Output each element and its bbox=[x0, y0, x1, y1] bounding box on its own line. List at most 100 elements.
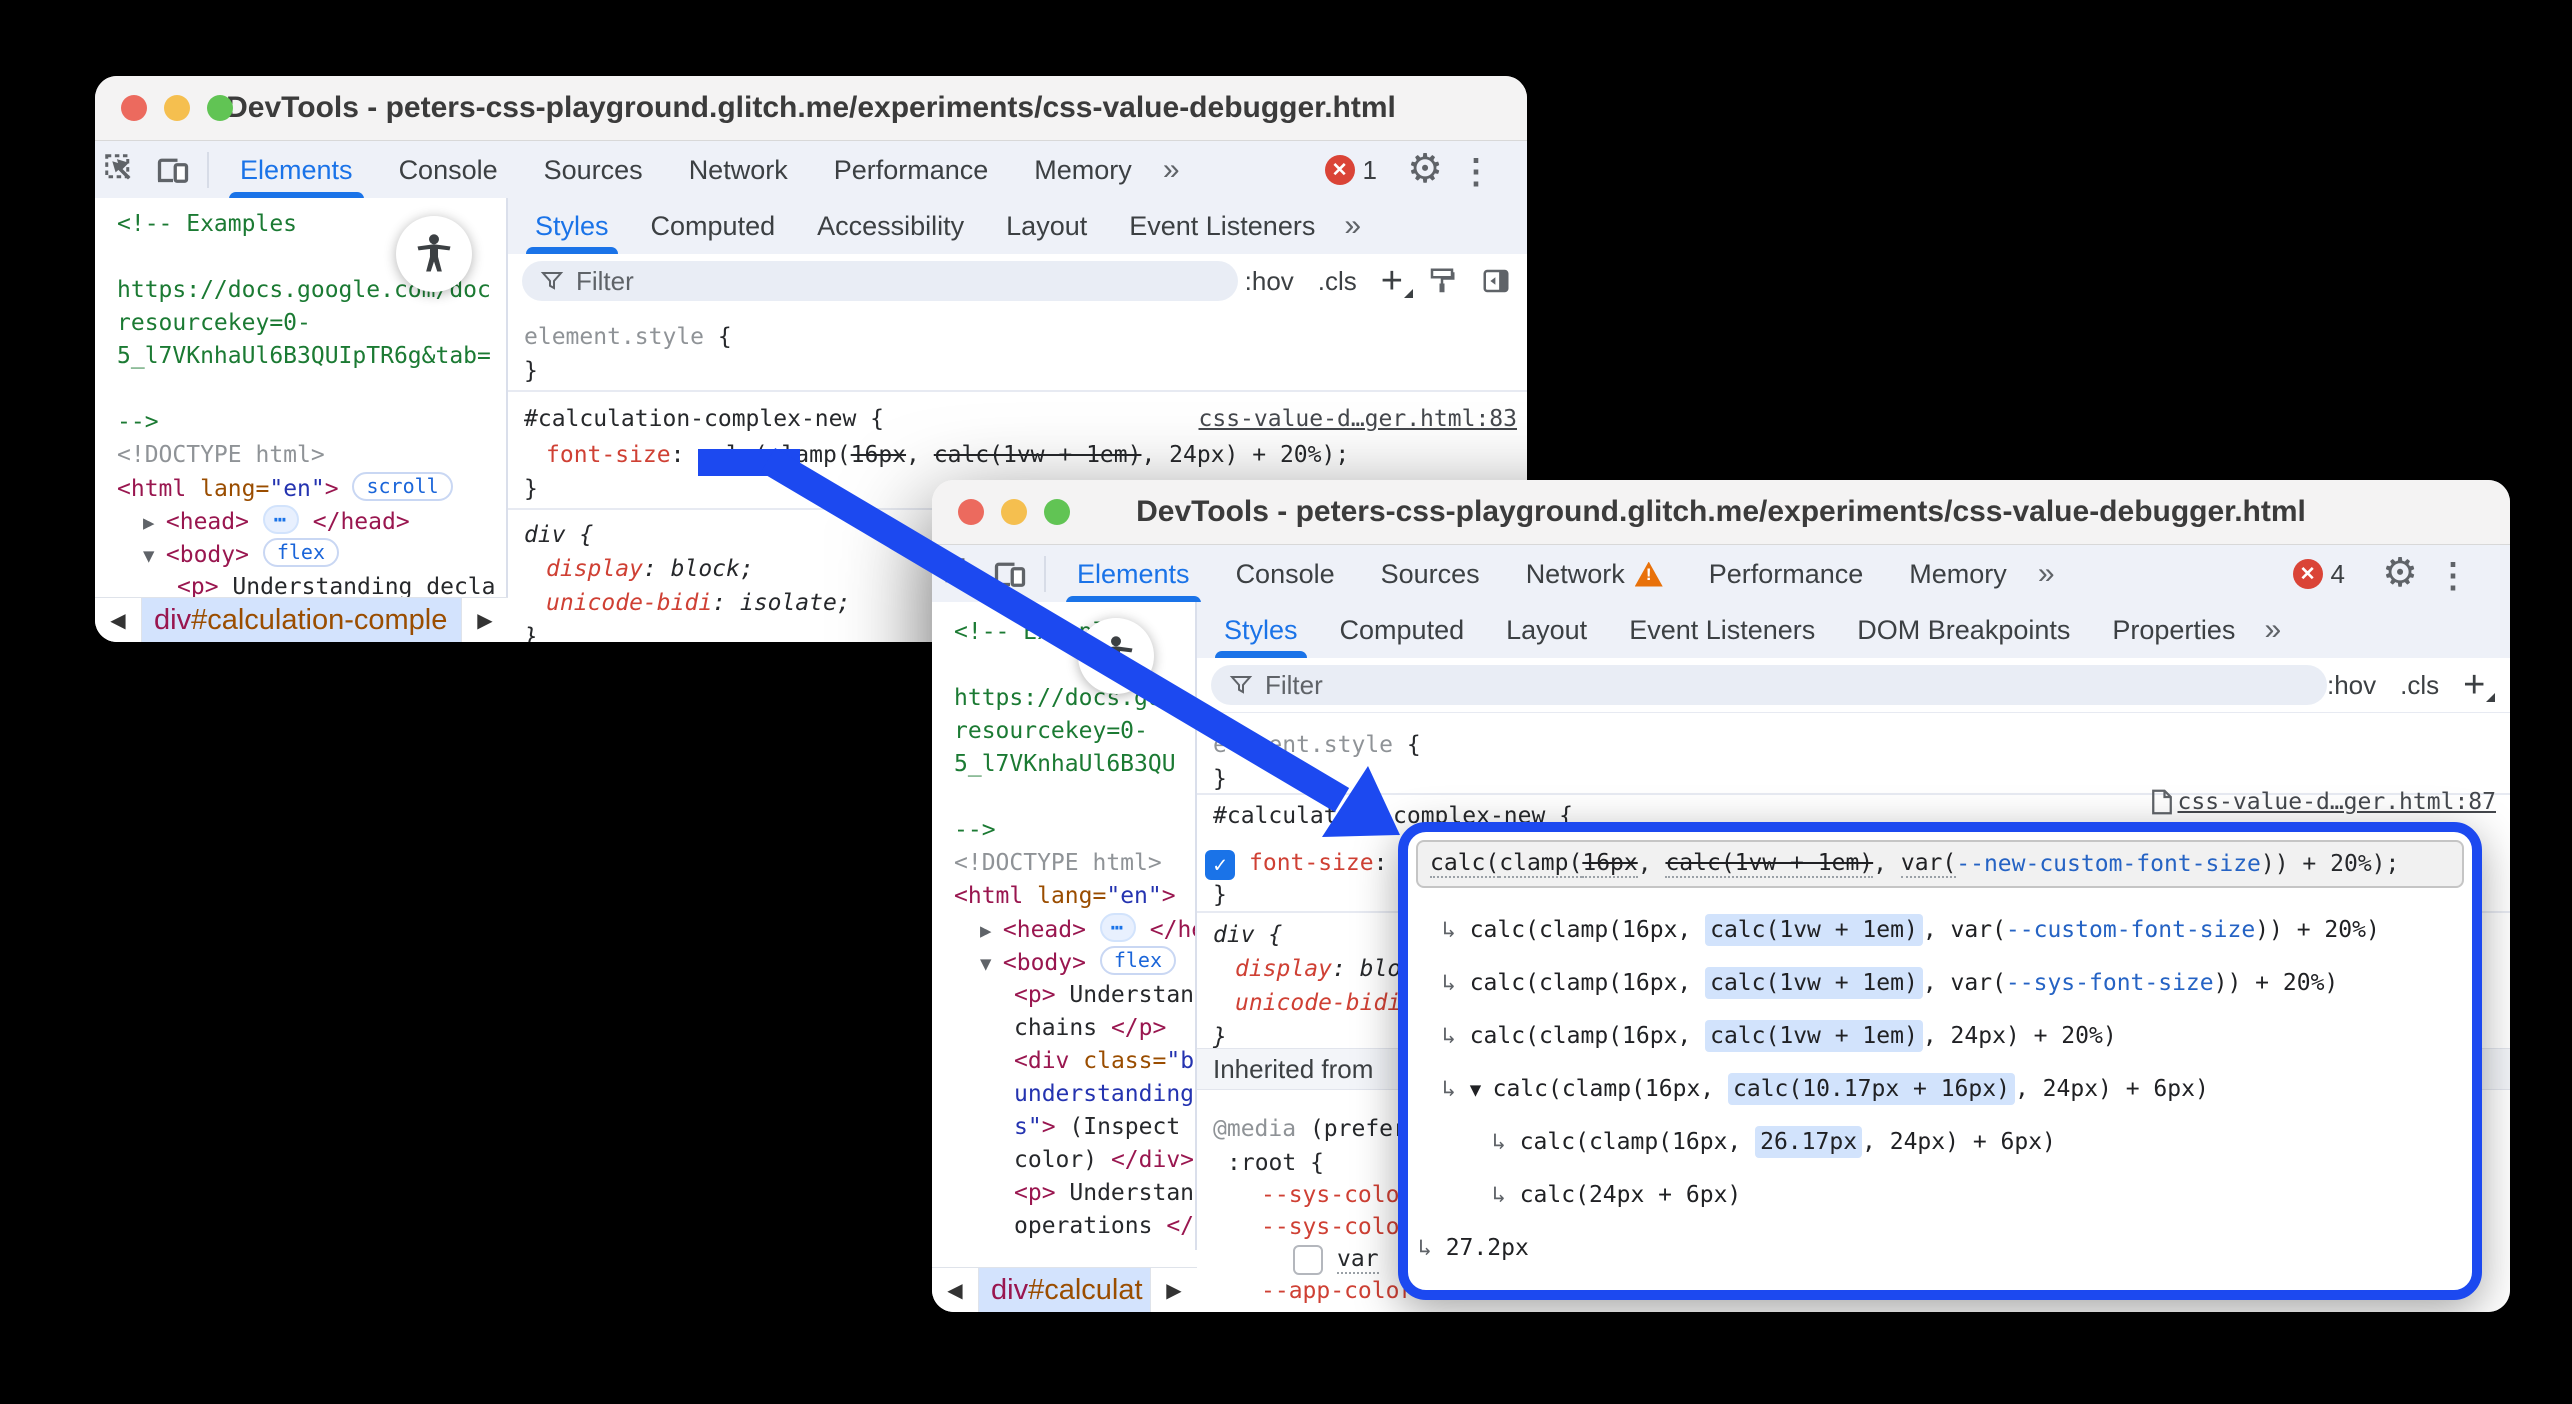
settings-gear-icon[interactable]: ⚙ bbox=[2382, 553, 2418, 593]
value-trace-row[interactable]: ↳ calc(clamp(16px, calc(1vw + 1em), var(… bbox=[1408, 904, 2472, 957]
cls-toggle[interactable]: .cls bbox=[2400, 670, 2439, 701]
device-toolbar-icon[interactable] bbox=[147, 141, 199, 199]
value-trace-row[interactable]: ↳ calc(clamp(16px, 26.17px, 24px) + 6px) bbox=[1408, 1116, 2472, 1169]
tab-performance[interactable]: Performance bbox=[1686, 545, 1887, 603]
custom-font-size-declaration[interactable]: --custom-font-size: var(--sys-font-size)… bbox=[1241, 1306, 1809, 1312]
font-size-declaration[interactable]: font-size: calc(clamp(16px, calc(1vw + 1… bbox=[546, 438, 1349, 472]
error-badge[interactable]: ✕ 4 bbox=[2293, 559, 2345, 590]
dom-tree-panel[interactable]: <!-- Examples https://docs.googresourceke… bbox=[932, 602, 1197, 1250]
tree-line[interactable]: resourcekey=0- bbox=[117, 307, 506, 340]
ua-div-rule-selector[interactable]: div { bbox=[524, 518, 593, 552]
stylesheet-link[interactable]: css-value-d…ger.html:87 bbox=[2152, 789, 2497, 815]
subtab-event-listeners[interactable]: Event Listeners bbox=[1108, 198, 1336, 254]
tab-console[interactable]: Console bbox=[1213, 545, 1358, 603]
tree-line[interactable]: ▼ <body> flex bbox=[117, 538, 506, 571]
tree-line[interactable] bbox=[954, 649, 1195, 682]
cls-toggle[interactable]: .cls bbox=[1318, 266, 1357, 297]
subtab-computed[interactable]: Computed bbox=[1319, 602, 1486, 658]
zoom-button[interactable] bbox=[1044, 499, 1070, 525]
tab-sources[interactable]: Sources bbox=[521, 141, 666, 199]
tree-line[interactable]: color) </div> bbox=[954, 1144, 1195, 1177]
tree-line[interactable]: <!-- Examples bbox=[954, 616, 1195, 649]
breadcrumb-next-icon[interactable]: ▶ bbox=[1150, 1268, 1197, 1312]
tree-line[interactable]: 5_l7VKnhaUl6B3QU bbox=[954, 748, 1195, 781]
tree-line[interactable]: --> bbox=[954, 814, 1195, 847]
tree-line[interactable]: <div class="b bbox=[954, 1045, 1195, 1078]
root-selector-line[interactable]: :root { bbox=[1227, 1146, 1324, 1180]
media-query-line[interactable]: @media (prefer bbox=[1213, 1112, 1407, 1146]
tab-network[interactable]: Network bbox=[1503, 545, 1686, 603]
tab-elements[interactable]: Elements bbox=[1054, 545, 1213, 603]
element-style-rule[interactable]: element.style { bbox=[1213, 728, 1421, 762]
tab-console[interactable]: Console bbox=[376, 141, 521, 199]
tree-line[interactable]: <html lang="en"> bbox=[954, 880, 1195, 913]
tree-line[interactable]: 5_l7VKnhaUl6B3QUIpTR6g&tab= bbox=[117, 340, 506, 373]
breadcrumb-selected-node[interactable]: div#calculation-comple bbox=[142, 598, 461, 642]
tree-line[interactable]: <!DOCTYPE html> bbox=[954, 847, 1195, 880]
font-size-declaration[interactable]: font-size: bbox=[1249, 846, 1387, 880]
filter-input[interactable]: Filter bbox=[1211, 665, 2327, 705]
breadcrumb-next-icon[interactable]: ▶ bbox=[461, 598, 508, 642]
rule-selector[interactable]: #calculation-complex-new { bbox=[524, 402, 884, 436]
subtab-layout[interactable]: Layout bbox=[985, 198, 1108, 254]
new-style-rule-icon[interactable]: + bbox=[2463, 670, 2485, 700]
value-trace-row[interactable]: ↳ calc(clamp(16px, calc(1vw + 1em), 24px… bbox=[1408, 1010, 2472, 1063]
tree-line[interactable] bbox=[954, 781, 1195, 814]
breadcrumb-selected-node[interactable]: div#calculat bbox=[979, 1268, 1150, 1312]
value-checkbox-unchecked[interactable] bbox=[1293, 1245, 1323, 1275]
tree-line[interactable]: <p> Understan bbox=[954, 1177, 1195, 1210]
subtab-event-listeners[interactable]: Event Listeners bbox=[1608, 602, 1836, 658]
subtab-dom-breakpoints[interactable]: DOM Breakpoints bbox=[1836, 602, 2091, 658]
var-value-line[interactable]: var bbox=[1337, 1242, 1379, 1276]
tree-line[interactable]: ▼ <body> flex bbox=[954, 946, 1195, 979]
font-size-checkbox[interactable]: ✓ bbox=[1205, 850, 1235, 880]
tree-line[interactable]: --> bbox=[117, 406, 506, 439]
minimize-button[interactable] bbox=[1001, 499, 1027, 525]
tab-sources[interactable]: Sources bbox=[1358, 545, 1503, 603]
zoom-button[interactable] bbox=[207, 95, 233, 121]
subtab-styles[interactable]: Styles bbox=[514, 198, 630, 254]
kebab-menu-icon[interactable]: ⋮ bbox=[1459, 152, 1493, 192]
subtab-layout[interactable]: Layout bbox=[1485, 602, 1608, 658]
tree-line[interactable]: ▶ <head> ⋯ </head> bbox=[954, 913, 1195, 946]
error-badge[interactable]: ✕ 1 bbox=[1325, 155, 1377, 186]
tree-line[interactable]: operations </ bbox=[954, 1210, 1195, 1243]
font-size-value-box[interactable]: calc(clamp(16px, calc(1vw + 1em), var(--… bbox=[1416, 840, 2464, 888]
tree-line[interactable]: https://docs.goog bbox=[954, 682, 1195, 715]
tab-memory[interactable]: Memory bbox=[1011, 141, 1155, 199]
accessibility-overlay-icon[interactable] bbox=[396, 216, 472, 292]
more-tabs-icon[interactable]: » bbox=[1155, 153, 1188, 187]
tree-line[interactable]: ▶ <head> ⋯ </head> bbox=[117, 505, 506, 538]
subtab-properties[interactable]: Properties bbox=[2091, 602, 2256, 658]
settings-gear-icon[interactable]: ⚙ bbox=[1407, 149, 1443, 189]
breadcrumb-prev-icon[interactable]: ◀ bbox=[932, 1268, 979, 1312]
subtab-styles[interactable]: Styles bbox=[1203, 602, 1319, 658]
new-style-rule-icon[interactable]: + bbox=[1381, 266, 1403, 296]
app-color-declaration[interactable]: --app-color bbox=[1261, 1274, 1413, 1308]
subtab-computed[interactable]: Computed bbox=[630, 198, 797, 254]
sys-color-declaration[interactable]: --sys-color bbox=[1261, 1178, 1413, 1212]
more-tabs-icon[interactable]: » bbox=[2030, 557, 2063, 591]
subtab-accessibility[interactable]: Accessibility bbox=[796, 198, 985, 254]
hov-toggle[interactable]: :hov bbox=[1245, 266, 1294, 297]
tree-line[interactable]: <!DOCTYPE html> bbox=[117, 439, 506, 472]
display-declaration[interactable]: display: block; bbox=[546, 552, 754, 586]
tree-line[interactable]: understanding bbox=[954, 1078, 1195, 1111]
tab-performance[interactable]: Performance bbox=[811, 141, 1012, 199]
close-button[interactable] bbox=[958, 499, 984, 525]
tab-network[interactable]: Network bbox=[666, 141, 811, 199]
stylesheet-link[interactable]: css-value-d…ger.html:83 bbox=[1199, 406, 1518, 432]
inspect-element-icon[interactable] bbox=[932, 545, 984, 603]
dock-side-icon[interactable] bbox=[1481, 266, 1511, 296]
rendering-brush-icon[interactable] bbox=[2509, 670, 2510, 700]
tree-line[interactable] bbox=[117, 373, 506, 406]
tree-line[interactable]: resourcekey=0- bbox=[954, 715, 1195, 748]
unicode-bidi-declaration[interactable]: unicode-bidi: isolate; bbox=[546, 586, 851, 620]
accessibility-overlay-icon[interactable] bbox=[1078, 618, 1154, 694]
value-trace-row[interactable]: ↳ ▼ calc(clamp(16px, calc(10.17px + 16px… bbox=[1408, 1063, 2472, 1116]
filter-input[interactable]: Filter bbox=[522, 261, 1238, 301]
inspect-element-icon[interactable] bbox=[95, 141, 147, 199]
tree-line[interactable]: <p> Understanding decla bbox=[117, 571, 506, 598]
hov-toggle[interactable]: :hov bbox=[2327, 670, 2376, 701]
kebab-menu-icon[interactable]: ⋮ bbox=[2436, 556, 2470, 596]
